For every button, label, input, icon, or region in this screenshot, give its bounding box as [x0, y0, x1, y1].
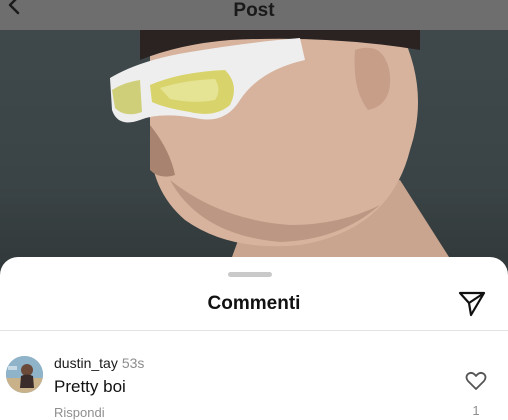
comment-item: dustin_tay 53s Pretty boi Rispondi 1 — [0, 331, 508, 420]
comment-text: Pretty boi — [54, 377, 126, 396]
avatar[interactable] — [6, 356, 43, 393]
paper-plane-icon[interactable] — [457, 290, 487, 318]
top-bar: Post — [0, 0, 508, 30]
post-photo-illustration — [110, 30, 470, 290]
comments-sheet: Commenti dustin_tay 53s Pretty boi Rispon… — [0, 257, 508, 420]
comment-username-line: dustin_tay 53s — [54, 355, 144, 371]
post-screen: Post Commenti dustin_tay 53s Pretty boi … — [0, 0, 508, 420]
avatar-image — [6, 356, 43, 393]
comment-username[interactable]: dustin_tay — [54, 355, 118, 371]
comment-time: 53s — [121, 355, 145, 371]
reply-button[interactable]: Rispondi — [54, 405, 105, 420]
sheet-drag-handle[interactable] — [228, 272, 272, 277]
like-count: 1 — [472, 403, 480, 418]
page-title: Post — [233, 0, 275, 21]
post-photo[interactable] — [0, 30, 508, 290]
comments-title: Commenti — [207, 293, 301, 314]
heart-outline-icon[interactable] — [465, 371, 487, 391]
